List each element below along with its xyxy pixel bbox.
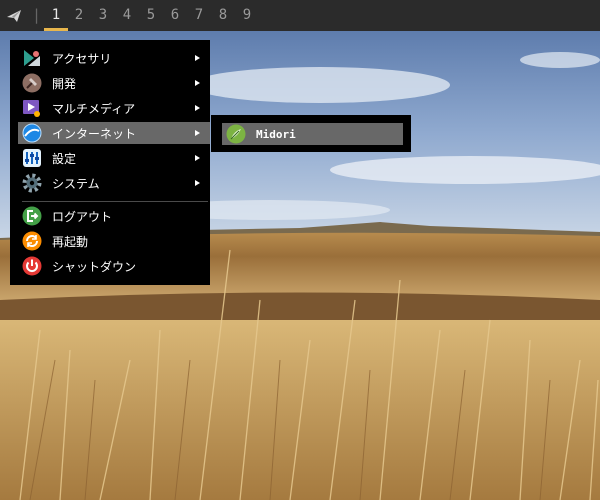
workspace-3[interactable]: 3 [91, 0, 115, 31]
menu-item-label: ログアウト [52, 209, 113, 224]
accessories-icon [24, 50, 40, 66]
internet-submenu: Midori [211, 115, 411, 152]
menu-item-reboot[interactable]: 再起動 [18, 230, 210, 252]
submenu-item-midori[interactable]: Midori [222, 123, 403, 145]
submenu-arrow-icon [195, 80, 200, 86]
workspace-4[interactable]: 4 [115, 0, 139, 31]
submenu-arrow-icon [195, 155, 200, 161]
multimedia-icon [23, 100, 40, 117]
system-gear-icon [22, 173, 42, 193]
midori-browser-icon [226, 124, 246, 144]
paper-plane-icon[interactable] [6, 8, 22, 24]
workspace-6[interactable]: 6 [163, 0, 187, 31]
menu-item-label: インターネット [52, 126, 137, 141]
menu-item-system[interactable]: システム [18, 172, 210, 194]
workspace-1[interactable]: 1 [44, 0, 68, 31]
submenu-arrow-icon [195, 130, 200, 136]
menu-item-label: Midori [256, 127, 296, 141]
menu-item-logout[interactable]: ログアウト [18, 205, 210, 227]
hammer-icon [22, 73, 42, 93]
menu-item-accessories[interactable]: アクセサリ [18, 47, 210, 69]
menu-item-label: アクセサリ [52, 51, 112, 66]
menu-item-label: システム [52, 176, 100, 191]
internet-icon [22, 123, 42, 143]
submenu-arrow-icon [195, 180, 200, 186]
reboot-icon [22, 231, 42, 251]
settings-icon [23, 149, 41, 167]
workspace-8[interactable]: 8 [211, 0, 235, 31]
menu-item-label: 設定 [52, 151, 77, 166]
menu-item-label: 再起動 [52, 234, 89, 249]
submenu-arrow-icon [195, 105, 200, 111]
panel-separator: | [32, 6, 42, 24]
menu-item-internet[interactable]: インターネット [18, 122, 210, 144]
menu-item-shutdown[interactable]: シャットダウン [18, 255, 210, 277]
workspace-7[interactable]: 7 [187, 0, 211, 31]
menu-item-label: 開発 [52, 76, 77, 91]
menu-item-development[interactable]: 開発 [18, 72, 210, 94]
workspace-9[interactable]: 9 [235, 0, 259, 31]
menu-item-label: シャットダウン [52, 259, 137, 274]
logout-icon [22, 206, 42, 226]
menu-separator [22, 201, 208, 202]
menu-item-label: マルチメディア [52, 101, 136, 116]
power-icon [22, 256, 42, 276]
menu-item-multimedia[interactable]: マルチメディア [18, 97, 210, 119]
submenu-arrow-icon [195, 55, 200, 61]
top-panel: | 1 2 3 4 5 6 7 8 9 [0, 0, 600, 31]
application-menu: アクセサリ 開発 マルチメディア インターネット 設定 システム ログアウト 再… [10, 40, 210, 285]
workspace-5[interactable]: 5 [139, 0, 163, 31]
workspace-2[interactable]: 2 [67, 0, 91, 31]
menu-item-settings[interactable]: 設定 [18, 147, 210, 169]
